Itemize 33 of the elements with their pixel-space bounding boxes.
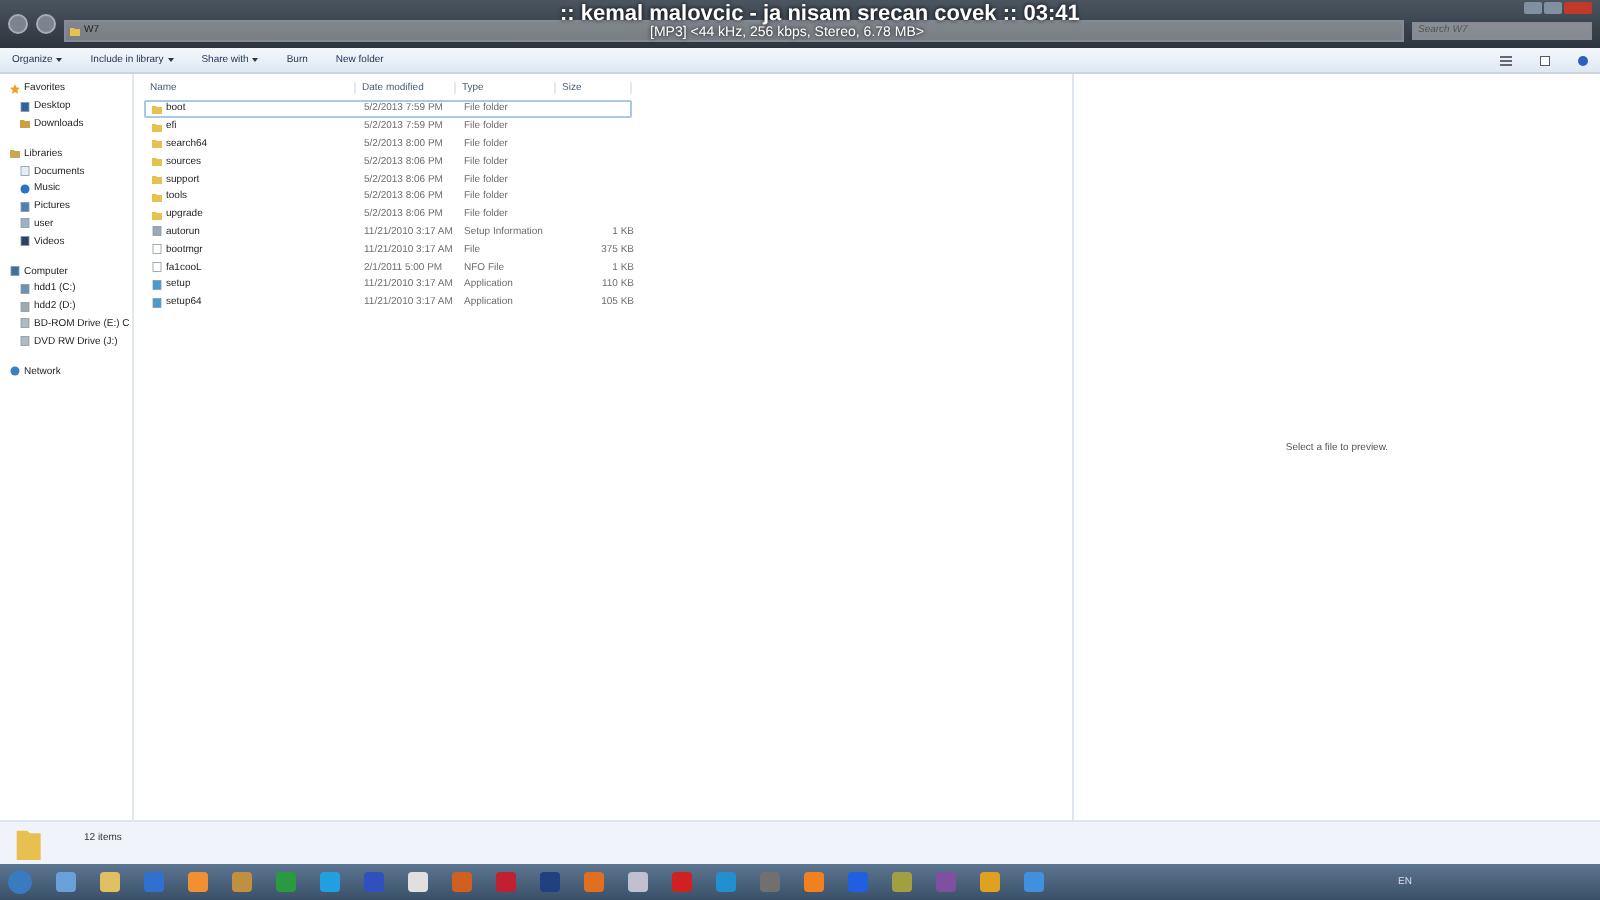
app-icon[interactable] xyxy=(980,872,1000,892)
app-icon[interactable] xyxy=(144,872,164,892)
app-icon[interactable] xyxy=(276,872,296,892)
app-icon[interactable] xyxy=(760,872,780,892)
star-icon xyxy=(10,83,20,94)
app-icon[interactable] xyxy=(584,872,604,892)
preview-pane-icon[interactable] xyxy=(1540,55,1550,65)
app-icon[interactable] xyxy=(804,872,824,892)
app-icon[interactable] xyxy=(672,872,692,892)
close-button[interactable] xyxy=(1564,2,1592,14)
app-icon[interactable] xyxy=(496,872,516,892)
app-icon[interactable] xyxy=(540,872,560,892)
forward-button[interactable] xyxy=(36,14,56,34)
app-icon[interactable] xyxy=(100,872,120,892)
document-icon xyxy=(20,166,30,177)
app-icon[interactable] xyxy=(936,872,956,892)
app-icon[interactable] xyxy=(408,872,428,892)
app-icon[interactable] xyxy=(848,872,868,892)
maximize-button[interactable] xyxy=(1544,2,1562,14)
app-icon[interactable] xyxy=(232,872,252,892)
app-icon[interactable] xyxy=(56,872,76,892)
app-icon[interactable] xyxy=(320,872,340,892)
app-icon[interactable] xyxy=(892,872,912,892)
view-options-icon[interactable] xyxy=(1500,55,1512,65)
start-button[interactable] xyxy=(8,870,32,894)
app-icon[interactable] xyxy=(452,872,472,892)
app-icon[interactable] xyxy=(1024,872,1044,892)
app-icon[interactable] xyxy=(188,872,208,892)
minimize-button[interactable] xyxy=(1524,2,1542,14)
app-icon[interactable] xyxy=(716,872,736,892)
app-icon[interactable] xyxy=(364,872,384,892)
app-icon[interactable] xyxy=(628,872,648,892)
back-button[interactable] xyxy=(8,14,28,34)
